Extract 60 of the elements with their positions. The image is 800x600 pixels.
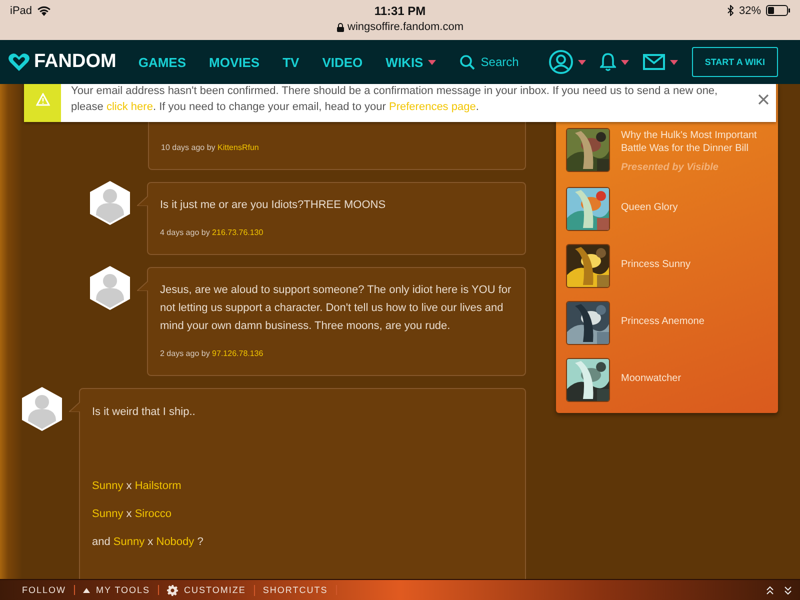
- link[interactable]: Sunny: [92, 508, 124, 520]
- logo-text[interactable]: FANDOM: [34, 51, 116, 73]
- device-name: iPad: [10, 5, 32, 17]
- comment-text: Is it just me or are you Idiots?THREE MOONS: [160, 198, 387, 213]
- link[interactable]: Sunny: [113, 536, 145, 548]
- comment-text: Sunny x Sirocco: [92, 507, 173, 522]
- battery-percent: 32%: [738, 5, 761, 17]
- comment-meta: 4 days ago by 216.73.76.130: [160, 227, 264, 239]
- toolbar-item[interactable]: SHORTCUTS: [254, 585, 337, 595]
- comment-text: Sunny x Hailstorm: [92, 479, 182, 494]
- nav-link[interactable]: TV: [282, 54, 300, 70]
- wifi-icon: [37, 5, 52, 16]
- author-link[interactable]: 216.73.76.130: [212, 228, 264, 237]
- clock: 11:31 PM: [374, 4, 426, 18]
- toolbar-item[interactable]: FOLLOW: [14, 585, 76, 595]
- heart-logo-icon: [8, 52, 30, 72]
- nav-link[interactable]: WIKIS: [386, 54, 436, 70]
- mail-icon[interactable]: [642, 54, 665, 70]
- chevron-up-icon[interactable]: [766, 586, 774, 594]
- article-title[interactable]: Princess Anemone: [621, 302, 704, 328]
- toolbar-item[interactable]: MY TOOLS: [75, 585, 160, 595]
- start-wiki-button[interactable]: START A WIKI: [692, 47, 778, 77]
- url-text[interactable]: wingsoffire.fandom.com: [348, 21, 464, 33]
- author-link[interactable]: KittensRfun: [217, 143, 259, 152]
- avatar-icon: [90, 181, 130, 225]
- link[interactable]: Nobody: [156, 536, 194, 548]
- caret-icon: [428, 60, 436, 64]
- nav-link[interactable]: VIDEO: [322, 54, 363, 70]
- notice-text: Your email address hasn't been confirmed. There should be a confirmation message in your inbox. If you need us to send a new one, please click here. If you need to change your email, head to your Preferences page.: [70, 84, 719, 115]
- bell-icon[interactable]: [600, 52, 616, 72]
- user-icon[interactable]: [548, 50, 573, 74]
- toolbar-item[interactable]: CUSTOMIZE: [159, 584, 255, 596]
- comment-text: Is it weird that I ship..: [92, 405, 196, 420]
- battery-icon: [766, 5, 790, 16]
- link[interactable]: Sunny: [92, 480, 124, 492]
- caret-icon: [578, 60, 586, 64]
- bluetooth-icon: [726, 5, 734, 16]
- avatar-icon: [22, 387, 62, 431]
- comment-text: and Sunny x Nobody ?: [92, 535, 204, 550]
- lock-icon: [336, 22, 344, 32]
- comment-meta: 2 days ago by 97.126.78.136: [160, 348, 264, 360]
- comment-text: Jesus, are we aloud to support someone? The only idiot here is YOU for not letting us support a character. Don't tell us how to live our lives and mind your own damn business. Three moons, are you rude.: [160, 283, 512, 334]
- search-icon[interactable]: [460, 54, 475, 70]
- chevron-down-icon[interactable]: [784, 586, 792, 594]
- article-title[interactable]: Moonwatcher: [621, 359, 682, 385]
- search-label[interactable]: Search: [480, 55, 519, 69]
- avatar-icon: [90, 266, 130, 310]
- caret-icon: [620, 60, 629, 64]
- comment-meta: 10 days ago by KittensRfun: [161, 142, 260, 154]
- nav-link[interactable]: GAMES: [138, 54, 186, 70]
- close-icon[interactable]: [758, 94, 768, 105]
- gear-icon: [167, 584, 178, 596]
- nav-link[interactable]: MOVIES: [209, 54, 260, 70]
- caret-icon: [670, 60, 678, 64]
- link[interactable]: Hailstorm: [134, 480, 182, 492]
- sponsor-text: Presented by Visible: [621, 161, 720, 174]
- warning-icon: [36, 93, 50, 106]
- caret-icon: [83, 588, 90, 592]
- link[interactable]: Sirocco: [134, 508, 172, 520]
- author-link[interactable]: 97.126.78.136: [212, 349, 264, 358]
